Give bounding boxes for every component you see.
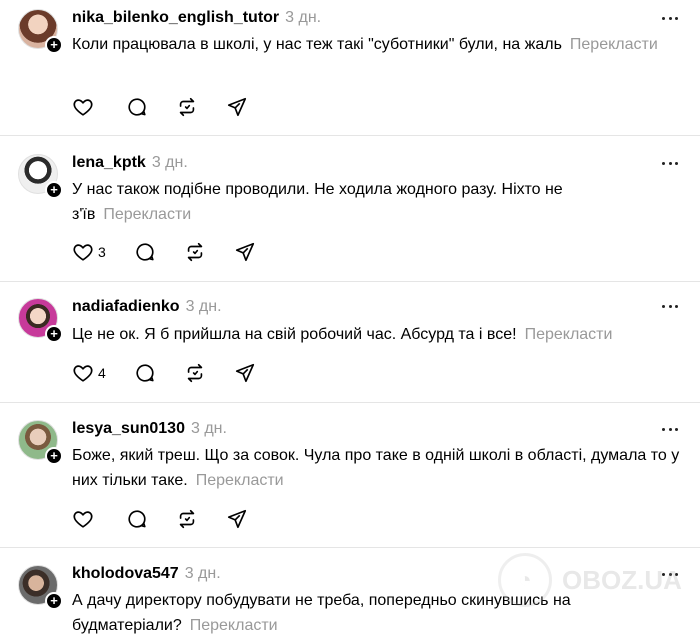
translate-link[interactable]: Перекласти	[103, 206, 191, 223]
heart-icon	[73, 511, 93, 528]
share-button[interactable]	[234, 241, 256, 263]
timestamp: 3 дн.	[151, 154, 188, 171]
share-button[interactable]	[226, 508, 248, 530]
repost-button[interactable]	[176, 96, 198, 118]
heart-icon	[73, 244, 93, 261]
timestamp: 3 дн.	[185, 298, 222, 315]
reply-button[interactable]	[134, 241, 156, 263]
reply-button[interactable]	[126, 508, 148, 530]
repost-button[interactable]	[184, 362, 206, 384]
share-icon	[235, 363, 254, 383]
share-button[interactable]	[234, 362, 256, 384]
heart-icon	[73, 365, 93, 382]
translate-link[interactable]: Перекласти	[570, 36, 658, 53]
more-icon[interactable]	[662, 16, 678, 20]
like-count: 4	[98, 365, 106, 381]
like-button[interactable]: 3	[72, 241, 106, 263]
follow-plus-icon[interactable]: +	[45, 36, 63, 54]
timestamp: 3 дн.	[285, 9, 322, 26]
comment-icon	[128, 98, 146, 116]
more-icon[interactable]	[662, 304, 678, 308]
share-icon	[235, 242, 254, 262]
follow-plus-icon[interactable]: +	[45, 325, 63, 343]
like-button[interactable]: 4	[72, 362, 106, 384]
repost-button[interactable]	[176, 508, 198, 530]
username[interactable]: nadiafadienko	[72, 298, 180, 315]
like-count: 3	[98, 244, 106, 260]
comment-text: Коли працювала в школі, у нас теж такі "…	[72, 36, 562, 53]
translate-link[interactable]: Перекласти	[196, 472, 284, 489]
comment-body: Боже, який треш. Що за совок. Чула про т…	[72, 443, 682, 493]
more-icon[interactable]	[662, 161, 678, 165]
repost-icon	[179, 509, 195, 529]
watermark-circle-icon: ◔	[498, 553, 552, 607]
comment-icon	[136, 243, 154, 261]
timestamp: 3 дн.	[184, 565, 221, 582]
more-icon[interactable]	[662, 427, 678, 431]
username[interactable]: nika_bilenko_english_tutor	[72, 9, 279, 26]
divider	[0, 281, 700, 282]
share-icon	[227, 509, 247, 529]
comment-text: Боже, який треш. Що за совок. Чула про т…	[72, 447, 680, 489]
share-icon	[227, 97, 247, 117]
avatar[interactable]: +	[18, 298, 63, 343]
translate-link[interactable]: Перекласти	[525, 326, 613, 343]
comment-text: Це не ок. Я б прийшла на свій робочий ча…	[72, 326, 517, 343]
avatar[interactable]: +	[18, 154, 63, 199]
repost-button[interactable]	[184, 241, 206, 263]
timestamp: 3 дн.	[190, 420, 227, 437]
follow-plus-icon[interactable]: +	[45, 181, 63, 199]
watermark-logo: ◔ OBOZ.UA	[498, 553, 682, 607]
reply-button[interactable]	[134, 362, 156, 384]
follow-plus-icon[interactable]: +	[45, 447, 63, 465]
share-button[interactable]	[226, 96, 248, 118]
avatar[interactable]: +	[18, 420, 63, 465]
avatar[interactable]: +	[18, 565, 63, 610]
repost-icon	[187, 363, 203, 383]
divider	[0, 547, 700, 548]
repost-icon	[187, 242, 203, 262]
username[interactable]: kholodova547	[72, 565, 179, 582]
translate-link[interactable]: Перекласти	[190, 617, 278, 634]
comment-body: У нас також подібне проводили. Не ходила…	[72, 177, 672, 227]
comment-icon	[128, 510, 146, 528]
like-button[interactable]	[72, 508, 98, 530]
comment-body: Це не ок. Я б прийшла на свій робочий ча…	[72, 322, 672, 347]
heart-icon	[73, 99, 93, 116]
repost-icon	[179, 97, 195, 117]
comment-body: Коли працювала в школі, у нас теж такі "…	[72, 32, 672, 57]
username[interactable]: lesya_sun0130	[72, 420, 185, 437]
comment-text: А дачу директору побудувати не треба, по…	[72, 592, 571, 634]
like-button[interactable]	[72, 96, 98, 118]
comment-icon	[136, 364, 154, 382]
divider	[0, 135, 700, 136]
divider	[0, 402, 700, 403]
follow-plus-icon[interactable]: +	[45, 592, 63, 610]
username[interactable]: lena_kptk	[72, 154, 146, 171]
avatar[interactable]: +	[18, 9, 63, 54]
reply-button[interactable]	[126, 96, 148, 118]
watermark-text: OBOZ.UA	[562, 564, 682, 595]
